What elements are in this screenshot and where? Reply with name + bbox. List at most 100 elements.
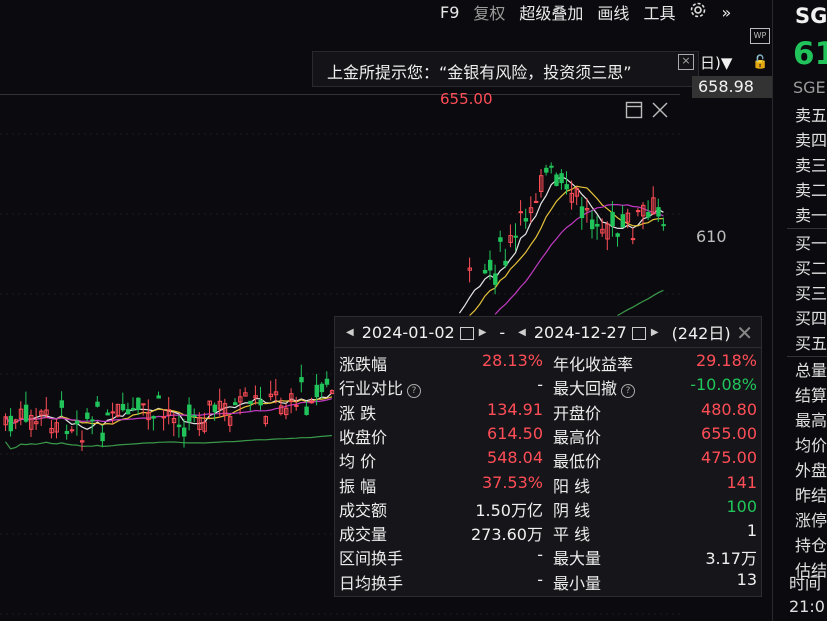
time-header: 时间 [789,574,822,593]
quote-info-label: 昨结 [795,486,827,505]
stat-label: 日均换手 [339,573,404,593]
start-next-arrow-icon[interactable]: ▶ [479,327,487,338]
help-icon[interactable]: ? [621,384,636,399]
stat-row-right: 最低价 475.00 [553,448,757,472]
stat-value: 100 [726,496,757,516]
stat-label: 振 幅 [339,476,377,496]
quote-info-label: 持仓 [795,536,827,555]
help-icon[interactable]: ? [407,384,422,399]
stat-row-right: 最大回撤? -10.08% [553,375,757,399]
interval-stats-popup: ◀ 2024-01-02 ▶ - ◀ 2024-12-27 ▶ (242日) ✕… [334,316,762,597]
stat-row-right: 最大量 3.17万 [553,545,757,569]
stat-row-left: 涨 跌 134.91 [339,400,543,424]
stat-value: 37.53% [481,472,543,492]
stat-value: - [537,569,543,589]
period-selector[interactable]: 日)▼ [700,52,732,73]
order-book-level: 买一 [795,234,827,253]
stat-value: 1.50万亿 [475,500,543,520]
peak-price-label: 655.00 [440,90,493,108]
notice-close-icon[interactable]: × [678,54,694,70]
stat-row-right: 年化收益率 29.18% [553,351,757,375]
stat-label: 最大量 [553,549,602,569]
quote-side-panel: SG 61 SGE 卖五卖四卖三卖二卖一买一买二买三买四买五总量结算最高均价外盘… [772,0,827,621]
gear-icon[interactable] [689,1,707,23]
stat-value: 655.00 [701,423,757,443]
order-book-level: 买二 [795,259,827,278]
stat-label: 最小量 [553,573,602,593]
stat-value: 3.17万 [705,549,757,569]
order-book-level: 买三 [795,284,827,303]
stat-label: 最低价 [553,452,602,472]
stat-row-right: 阳 线 141 [553,473,757,497]
order-book-level: 卖三 [795,156,827,175]
lock-icon[interactable]: 🔓 [752,55,768,70]
stat-value: 273.60万 [471,525,543,545]
quote-info-label: 总量 [795,361,827,380]
stat-value: 480.80 [701,399,757,419]
stat-label: 年化收益率 [553,355,634,374]
risk-notice-banner: 上金所提示您：“金银有风险，投资须三思” × [312,51,699,87]
stat-value: 475.00 [701,448,757,468]
stat-label: 成交量 [339,525,388,545]
start-prev-arrow-icon[interactable]: ◀ [346,327,354,338]
close-icon[interactable] [651,101,669,124]
maximize-icon[interactable] [625,101,643,124]
date-range-row: ◀ 2024-01-02 ▶ - ◀ 2024-12-27 ▶ (242日) [341,319,731,345]
stat-row-left: 成交量 273.60万 [339,521,543,545]
stat-row-right: 开盘价 480.80 [553,400,757,424]
order-book-level: 卖五 [795,106,827,125]
stat-row-left: 涨跌幅 28.13% [339,351,543,375]
date-separator: - [499,322,506,342]
stat-row-right: 最小量 13 [553,570,757,594]
symbol-code: SG [795,4,827,28]
stat-value: 29.18% [695,351,757,370]
stat-label: 涨 跌 [339,403,377,423]
stat-row-right: 平 线 1 [553,521,757,545]
order-book-level: 买四 [795,309,827,328]
end-next-arrow-icon[interactable]: ▶ [651,327,659,338]
draw-line-button[interactable]: 画线 [597,0,629,24]
f9-button[interactable]: F9 [440,3,459,22]
order-book-level: 卖二 [795,181,827,200]
exchange-label: SGE [793,78,826,97]
quote-info-label: 外盘 [795,461,827,480]
start-date-field[interactable]: 2024-01-02 [359,322,458,343]
stat-label: 区间换手 [339,549,404,569]
stat-label: 阴 线 [553,500,591,520]
stat-value: 141 [726,472,757,492]
stat-label: 最大回撤? [553,375,636,399]
tools-button[interactable]: 工具 [643,0,675,24]
stat-row-left: 收盘价 614.50 [339,424,543,448]
divider [335,347,761,348]
quote-info-label: 涨停 [795,511,827,530]
order-book-level: 买五 [795,334,827,353]
stat-label: 行业对比? [339,375,422,399]
stat-label: 最高价 [553,427,602,447]
stat-value: 134.91 [487,399,543,419]
wp-icon[interactable]: WP [750,28,770,44]
end-date-field[interactable]: 2024-12-27 [531,322,630,343]
super-overlay-button[interactable]: 超级叠加 [519,0,583,24]
chart-panel-controls [625,101,669,124]
stat-label: 收盘价 [339,427,388,447]
restore-rights-button[interactable]: 复权 [473,0,505,24]
risk-notice-text: 上金所提示您：“金银有风险，投资须三思” [327,63,632,82]
calendar-icon[interactable] [631,326,646,340]
book-divider [787,228,827,229]
stat-label: 开盘价 [553,403,602,423]
stat-row-right: 最高价 655.00 [553,424,757,448]
more-menu-button[interactable]: » [721,3,731,22]
calendar-icon[interactable] [459,326,474,340]
stat-value: -10.08% [690,375,757,395]
stat-row-left: 均 价 548.04 [339,448,543,472]
stat-row-left: 日均换手 - [339,570,543,594]
axis-price-label: 610 [696,227,727,246]
stat-value: - [537,545,543,565]
day-count: (242日) [671,324,731,343]
close-icon[interactable]: ✕ [736,321,753,345]
stat-value: 548.04 [487,448,543,468]
stat-value: 1 [746,521,757,541]
stat-row-right: 阴 线 100 [553,497,757,521]
stat-label: 均 价 [339,452,377,472]
end-prev-arrow-icon[interactable]: ◀ [518,327,526,338]
